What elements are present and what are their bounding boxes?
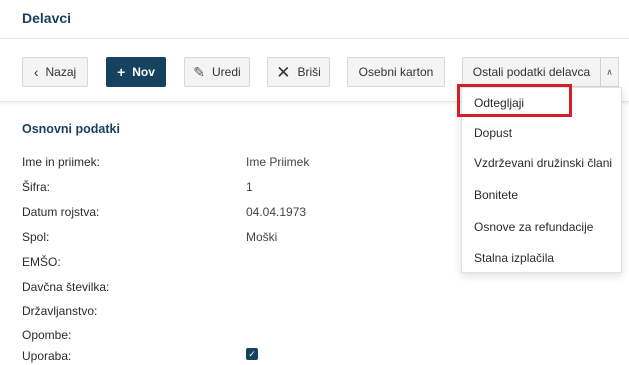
delete-button[interactable]: ✕ Briši xyxy=(267,57,330,87)
menu-item-benefits[interactable]: Bonitete xyxy=(462,188,621,202)
page-title: Delavci xyxy=(22,10,72,26)
checkmark-icon: ✓ xyxy=(248,348,256,359)
plus-icon: + xyxy=(117,64,126,80)
back-button[interactable]: ‹ Nazaj xyxy=(22,57,88,87)
new-button[interactable]: + Nov xyxy=(106,57,166,87)
label-usage: Uporaba: xyxy=(22,349,72,363)
other-data-button[interactable]: Ostali podatki delavca xyxy=(462,57,601,87)
menu-item-dependents[interactable]: Vzdrževani družinski člani xyxy=(462,156,621,170)
menu-item-fixed-payments[interactable]: Stalna izplačila xyxy=(462,251,621,265)
new-button-label: Nov xyxy=(132,65,155,79)
chevron-up-icon: ∧ xyxy=(606,66,613,77)
personal-card-button[interactable]: Osebni karton xyxy=(347,57,445,87)
highlight-box xyxy=(457,84,572,117)
label-birthdate: Datum rojstva: xyxy=(22,205,100,219)
label-gender: Spol: xyxy=(22,230,50,244)
label-citizenship: Državljanstvo: xyxy=(22,304,98,318)
edit-button-label: Uredi xyxy=(212,65,241,79)
usage-checkbox[interactable]: ✓ xyxy=(246,348,258,360)
value-code: 1 xyxy=(246,180,253,194)
edit-button[interactable]: ✎ Uredi xyxy=(184,57,250,87)
back-button-label: Nazaj xyxy=(45,65,77,79)
x-icon: ✕ xyxy=(276,62,291,82)
value-birthdate: 04.04.1973 xyxy=(246,205,307,219)
personal-card-button-label: Osebni karton xyxy=(358,65,434,79)
value-gender: Moški xyxy=(246,230,278,244)
label-name: Ime in priimek: xyxy=(22,155,101,169)
chevron-left-icon: ‹ xyxy=(33,64,39,80)
label-tax-number: Davčna številka: xyxy=(22,280,110,294)
other-data-button-label: Ostali podatki delavca xyxy=(472,65,591,79)
label-notes: Opombe: xyxy=(22,328,72,342)
delete-button-label: Briši xyxy=(297,65,321,79)
other-data-caret[interactable]: ∧ xyxy=(600,57,619,87)
menu-item-leave[interactable]: Dopust xyxy=(462,126,621,140)
label-code: Šifra: xyxy=(22,180,51,194)
menu-item-refund-bases[interactable]: Osnove za refundacije xyxy=(462,220,621,234)
section-title: Osnovni podatki xyxy=(22,122,120,136)
value-name: Ime Priimek xyxy=(246,155,310,169)
pencil-icon: ✎ xyxy=(193,64,206,80)
label-emso: EMŠO: xyxy=(22,255,61,269)
